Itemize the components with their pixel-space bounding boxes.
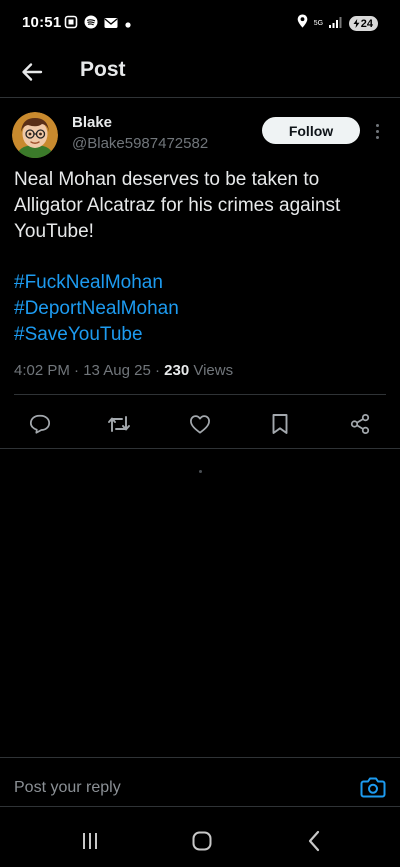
system-nav-bar bbox=[0, 815, 400, 867]
divider bbox=[14, 394, 386, 395]
battery-level: 24 bbox=[360, 17, 373, 30]
more-options-icon[interactable] bbox=[369, 120, 385, 142]
reply-composer[interactable]: Post your reply bbox=[0, 757, 400, 807]
app-header: Post bbox=[0, 46, 400, 98]
views-count[interactable]: 230 bbox=[164, 362, 189, 379]
post-text: Neal Mohan deserves to be taken to Allig… bbox=[14, 169, 341, 242]
loading-indicator bbox=[199, 470, 202, 473]
status-left-icons bbox=[64, 15, 132, 34]
network-icon: 5G bbox=[313, 20, 324, 27]
views-label: Views bbox=[193, 362, 234, 379]
avatar[interactable] bbox=[12, 112, 58, 158]
recent-apps-button[interactable] bbox=[78, 829, 102, 853]
repost-icon bbox=[108, 416, 130, 432]
signal-icon bbox=[328, 15, 343, 33]
screenshot-icon bbox=[64, 15, 78, 34]
bookmark-icon bbox=[272, 414, 288, 434]
nav-back-button[interactable] bbox=[302, 829, 326, 853]
home-icon bbox=[192, 831, 212, 851]
post-hashtags: #FuckNealMohan #DeportNealMohan #SaveYou… bbox=[14, 270, 386, 348]
post-meta: 4:02 PM · 13 Aug 25 · 230 Views bbox=[14, 362, 233, 379]
meta-separator: · bbox=[74, 362, 80, 379]
battery-indicator: 24 bbox=[348, 16, 378, 31]
author-handle[interactable]: @Blake5987472582 bbox=[72, 135, 208, 152]
like-icon bbox=[190, 415, 210, 434]
hashtag-link[interactable]: #FuckNealMohan bbox=[14, 270, 386, 296]
page-title: Post bbox=[80, 58, 126, 81]
reply-icon bbox=[29, 414, 51, 434]
home-button[interactable] bbox=[190, 829, 214, 853]
camera-icon bbox=[360, 777, 386, 798]
share-icon bbox=[350, 413, 370, 435]
hashtag-link[interactable]: #SaveYouTube bbox=[14, 322, 386, 348]
arrow-left-icon bbox=[22, 63, 43, 81]
bookmark-button[interactable] bbox=[268, 412, 292, 436]
hashtag-link[interactable]: #DeportNealMohan bbox=[14, 296, 386, 322]
author-name[interactable]: Blake bbox=[72, 114, 112, 131]
status-time: 10:51 bbox=[22, 14, 62, 31]
status-right-icons: 5G 24 bbox=[297, 14, 378, 33]
spotify-icon bbox=[84, 15, 98, 34]
repost-button[interactable] bbox=[107, 412, 131, 436]
back-button[interactable] bbox=[14, 54, 50, 90]
post-date: 13 Aug 25 bbox=[83, 362, 151, 379]
camera-button[interactable] bbox=[360, 775, 386, 799]
charging-icon bbox=[353, 19, 360, 28]
reply-input[interactable]: Post your reply bbox=[14, 779, 121, 797]
share-button[interactable] bbox=[348, 412, 372, 436]
post-time: 4:02 PM bbox=[14, 362, 70, 379]
recent-apps-icon bbox=[83, 833, 97, 849]
post-actions bbox=[0, 404, 400, 444]
location-icon bbox=[297, 14, 308, 33]
reply-button[interactable] bbox=[28, 412, 52, 436]
divider bbox=[0, 448, 400, 449]
back-icon bbox=[308, 830, 320, 852]
meta-separator: · bbox=[154, 362, 160, 379]
mail-icon bbox=[104, 16, 118, 34]
status-bar: 10:51 5G 24 bbox=[0, 0, 400, 46]
follow-button[interactable]: Follow bbox=[262, 117, 360, 144]
like-button[interactable] bbox=[188, 412, 212, 436]
dot-icon bbox=[124, 16, 132, 34]
